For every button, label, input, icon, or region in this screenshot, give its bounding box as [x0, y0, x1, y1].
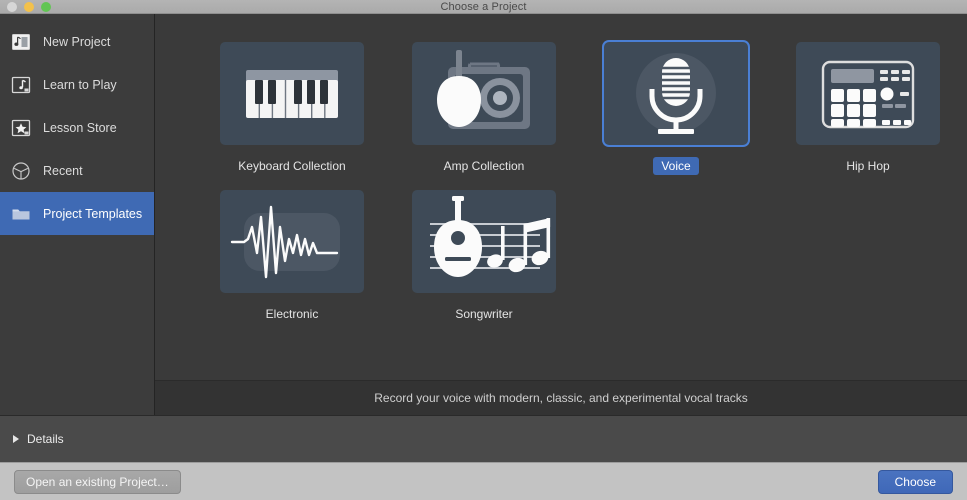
sidebar-item-label: Recent — [43, 163, 83, 178]
template-item-songwriter[interactable]: Songwriter — [388, 190, 580, 323]
songwriter-icon — [412, 190, 556, 293]
template-panel: Keyboard Collection Amp Collection Voice… — [155, 14, 967, 415]
title-bar: Choose a Project — [0, 0, 967, 14]
sidebar-item-label: Project Templates — [43, 206, 143, 221]
open-existing-project-button[interactable]: Open an existing Project… — [14, 469, 181, 494]
template-label: Songwriter — [455, 307, 513, 321]
sidebar-item-recent[interactable]: Recent — [0, 149, 154, 192]
template-description: Record your voice with modern, classic, … — [155, 380, 967, 415]
keyboard-icon — [220, 42, 364, 145]
template-item-voice[interactable]: Voice — [580, 42, 772, 175]
sidebar-item-label: New Project — [43, 34, 111, 49]
template-label: Voice — [653, 157, 699, 175]
template-label: Hip Hop — [846, 159, 890, 173]
sidebar-item-learn-to-play[interactable]: Learn to Play — [0, 63, 154, 106]
new-project-icon — [10, 31, 32, 53]
details-bar[interactable]: Details — [0, 415, 967, 462]
template-thumbnail[interactable] — [220, 42, 364, 145]
maximize-button[interactable] — [41, 2, 51, 12]
chevron-right-icon[interactable] — [13, 435, 19, 443]
template-thumbnail[interactable] — [412, 190, 556, 293]
drum-machine-icon — [796, 42, 940, 145]
sidebar-item-new-project[interactable]: New Project — [0, 20, 154, 63]
template-label: Amp Collection — [443, 159, 525, 173]
template-label: Keyboard Collection — [238, 159, 346, 173]
window-body: New Project Learn to Play Lesson Store R… — [0, 14, 967, 415]
sidebar-item-label: Learn to Play — [43, 77, 117, 92]
sidebar: New Project Learn to Play Lesson Store R… — [0, 14, 155, 415]
template-item-hip-hop[interactable]: Hip Hop — [772, 42, 964, 175]
minimize-button[interactable] — [24, 2, 34, 12]
template-item-electronic[interactable]: Electronic — [196, 190, 388, 323]
details-label: Details — [27, 432, 64, 446]
close-button[interactable] — [7, 2, 17, 12]
template-thumbnail[interactable] — [220, 190, 364, 293]
sidebar-item-lesson-store[interactable]: Lesson Store — [0, 106, 154, 149]
amp-guitar-icon — [412, 42, 556, 145]
sidebar-item-project-templates[interactable]: Project Templates — [0, 192, 154, 235]
microphone-icon — [604, 42, 748, 145]
template-item-keyboard-collection[interactable]: Keyboard Collection — [196, 42, 388, 175]
choose-project-window: Choose a Project New Project Learn to Pl… — [0, 0, 967, 500]
learn-to-play-icon — [10, 74, 32, 96]
clock-icon — [10, 160, 32, 182]
template-label: Electronic — [265, 307, 319, 321]
template-grid: Keyboard Collection Amp Collection Voice… — [155, 42, 967, 323]
lesson-store-icon — [10, 117, 32, 139]
traffic-light-group — [7, 2, 51, 12]
template-thumbnail[interactable] — [412, 42, 556, 145]
template-grid-area: Keyboard Collection Amp Collection Voice… — [155, 14, 967, 380]
template-thumbnail[interactable] — [604, 42, 748, 145]
choose-button[interactable]: Choose — [877, 469, 953, 494]
window-title: Choose a Project — [440, 0, 527, 13]
folder-icon — [10, 203, 32, 225]
template-item-amp-collection[interactable]: Amp Collection — [388, 42, 580, 175]
action-bar: Open an existing Project… Choose — [0, 462, 967, 500]
template-thumbnail[interactable] — [796, 42, 940, 145]
waveform-icon — [220, 190, 364, 293]
sidebar-item-label: Lesson Store — [43, 120, 117, 135]
